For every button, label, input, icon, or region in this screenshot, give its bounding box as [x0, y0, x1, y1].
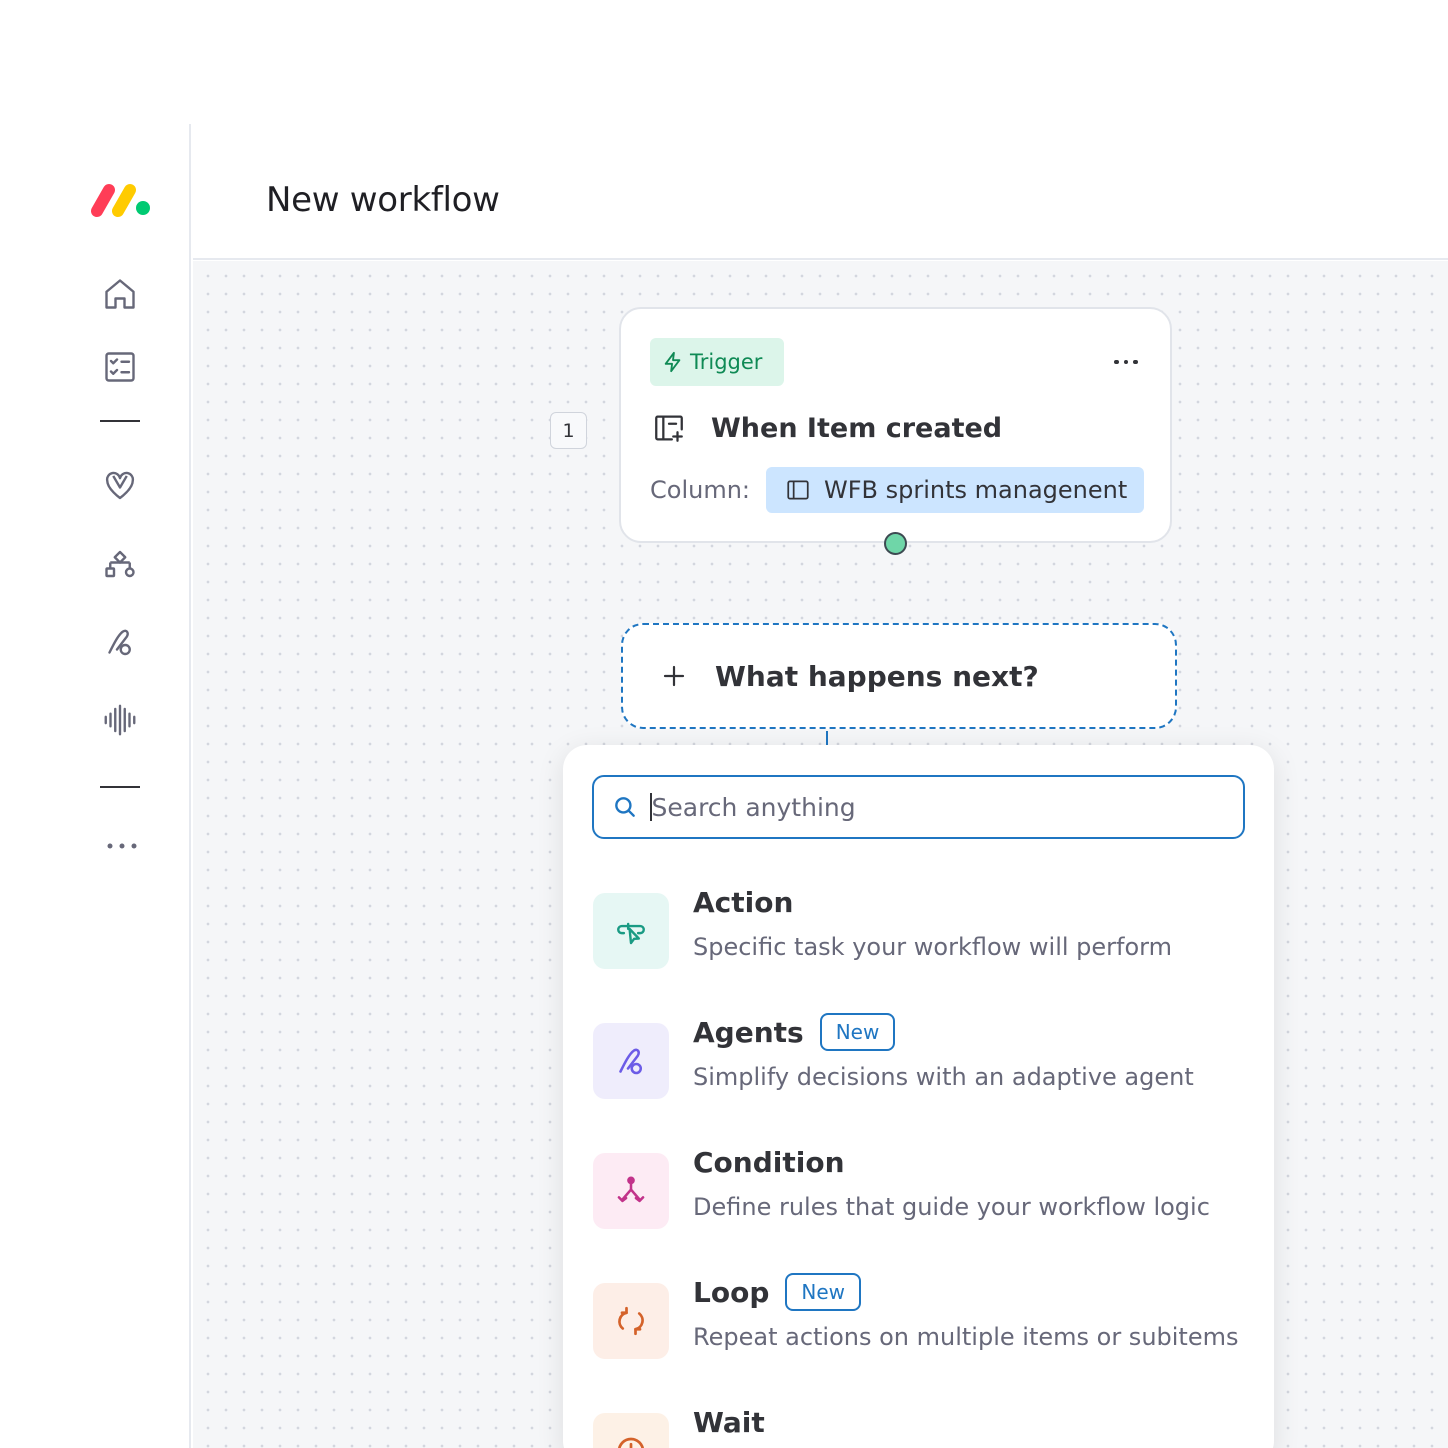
new-badge: New — [819, 1013, 896, 1051]
menu-item-loop[interactable]: Loop New Repeat actions on multiple item… — [593, 1273, 1253, 1383]
item-created-icon — [655, 415, 683, 442]
action-icon — [617, 922, 645, 945]
plus-icon — [663, 665, 685, 687]
page-title: New workflow — [266, 180, 500, 220]
clock-icon — [617, 1437, 645, 1448]
menu-item-desc: Define rules that guide your workflow lo… — [693, 1193, 1210, 1221]
trigger-card[interactable]: Trigger When Item created Column: WFB sp… — [619, 307, 1172, 543]
home-icon[interactable] — [100, 274, 140, 314]
menu-item-desc: Simplify decisions with an adaptive agen… — [693, 1063, 1194, 1091]
new-badge: New — [785, 1273, 861, 1311]
trigger-badge: Trigger — [650, 338, 784, 386]
menu-item-condition[interactable]: Condition Define rules that guide your w… — [593, 1143, 1253, 1253]
menu-icon-bg — [593, 1153, 669, 1229]
more-options-button[interactable] — [1106, 347, 1146, 377]
board-icon — [787, 480, 809, 500]
connector-dot[interactable] — [884, 532, 907, 555]
voice-icon[interactable] — [100, 700, 140, 740]
more-icon[interactable] — [100, 826, 140, 866]
menu-icon-bg — [593, 1413, 669, 1448]
menu-item-title: Action — [693, 885, 794, 919]
nav-divider — [100, 420, 140, 422]
menu-item-title: Agents — [693, 1015, 804, 1049]
loop-icon — [618, 1306, 644, 1336]
column-chip[interactable]: WFB sprints managenent — [766, 467, 1145, 513]
search-input[interactable] — [651, 792, 1212, 822]
menu-item-title: Condition — [693, 1145, 845, 1179]
search-icon — [615, 797, 635, 817]
agents-icon[interactable] — [100, 622, 140, 662]
sidebar — [0, 124, 191, 1448]
menu-icon-bg — [593, 893, 669, 969]
page-header: New workflow — [193, 124, 1448, 260]
menu-icon-bg — [593, 1283, 669, 1359]
menu-icon-bg — [593, 1023, 669, 1099]
step-number: 1 — [550, 412, 587, 449]
trigger-title-row: When Item created — [651, 411, 1002, 445]
menu-item-wait[interactable]: Wait — [593, 1403, 1253, 1448]
monday-logo[interactable] — [88, 180, 154, 220]
menu-item-title: Loop — [693, 1275, 770, 1309]
menu-item-title: Wait — [693, 1405, 765, 1439]
bolt-icon — [664, 351, 681, 373]
column-label: Column: — [650, 476, 750, 504]
search-box[interactable] — [592, 775, 1245, 839]
connector-line — [826, 731, 828, 745]
menu-item-action[interactable]: Action Specific task your workflow will … — [593, 883, 1253, 993]
column-row: Column: WFB sprints managenent — [650, 467, 1145, 513]
heart-icon[interactable] — [100, 466, 140, 506]
trigger-title: When Item created — [711, 412, 1003, 444]
what-happens-next-button[interactable]: What happens next? — [621, 623, 1177, 729]
menu-item-agents[interactable]: Agents New Simplify decisions with an ad… — [593, 1013, 1253, 1123]
apps-icon[interactable] — [100, 544, 140, 584]
agents-icon — [619, 1048, 643, 1075]
tasks-icon[interactable] — [100, 347, 140, 387]
add-step-menu: Action Specific task your workflow will … — [563, 745, 1274, 1448]
menu-item-desc: Repeat actions on multiple items or subi… — [693, 1323, 1239, 1351]
nav-divider — [100, 786, 140, 788]
condition-icon — [617, 1176, 645, 1203]
menu-item-desc: Specific task your workflow will perform — [693, 933, 1173, 961]
